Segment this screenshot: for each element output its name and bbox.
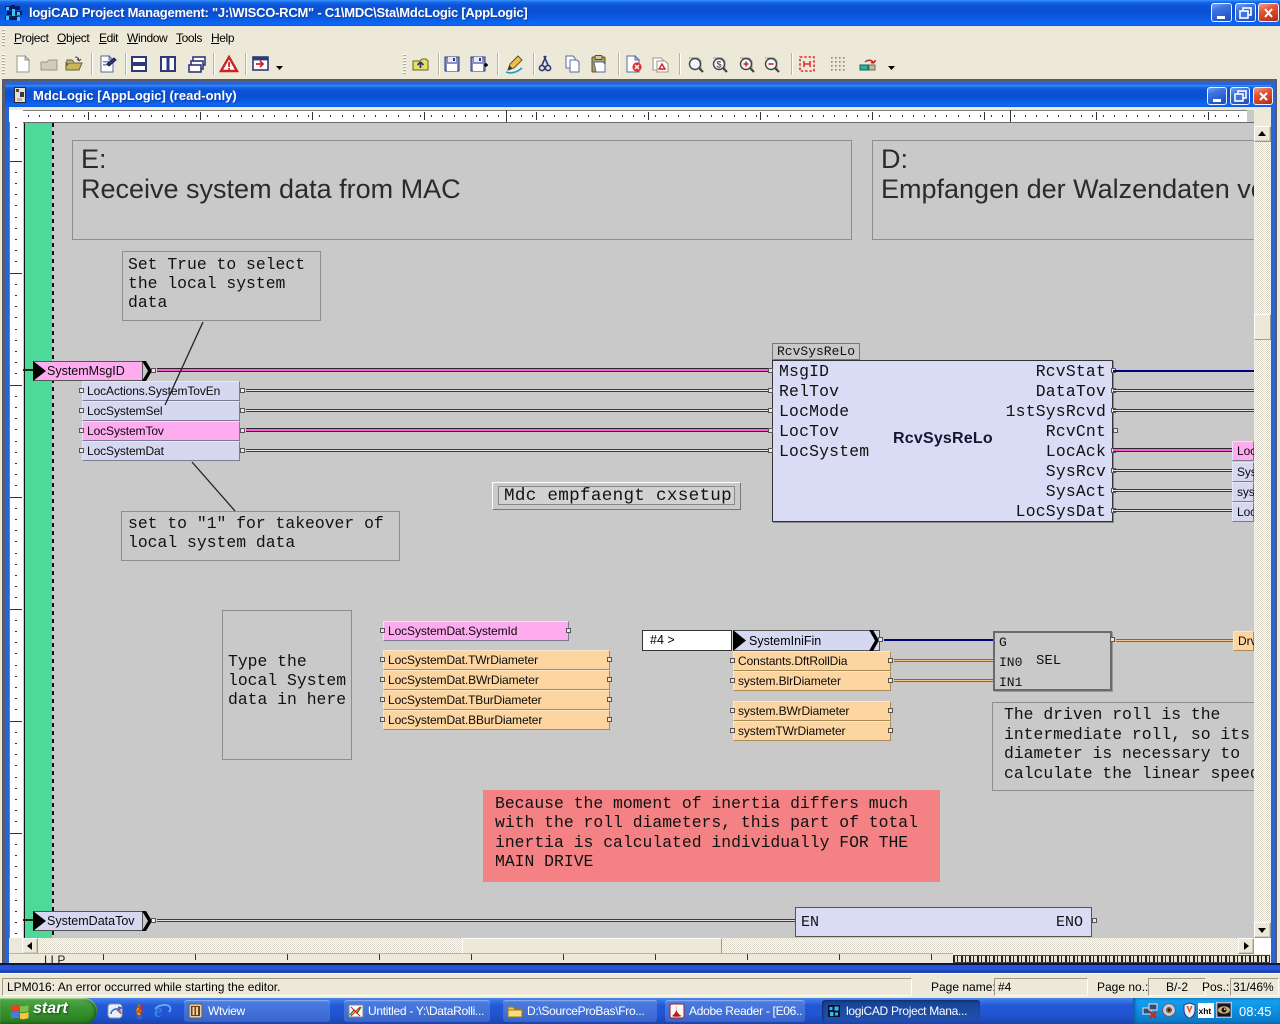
svg-text:$: $ [717, 60, 722, 70]
svg-text:e: e [154, 1001, 163, 1021]
svg-text:xht: xht [1199, 1006, 1212, 1016]
